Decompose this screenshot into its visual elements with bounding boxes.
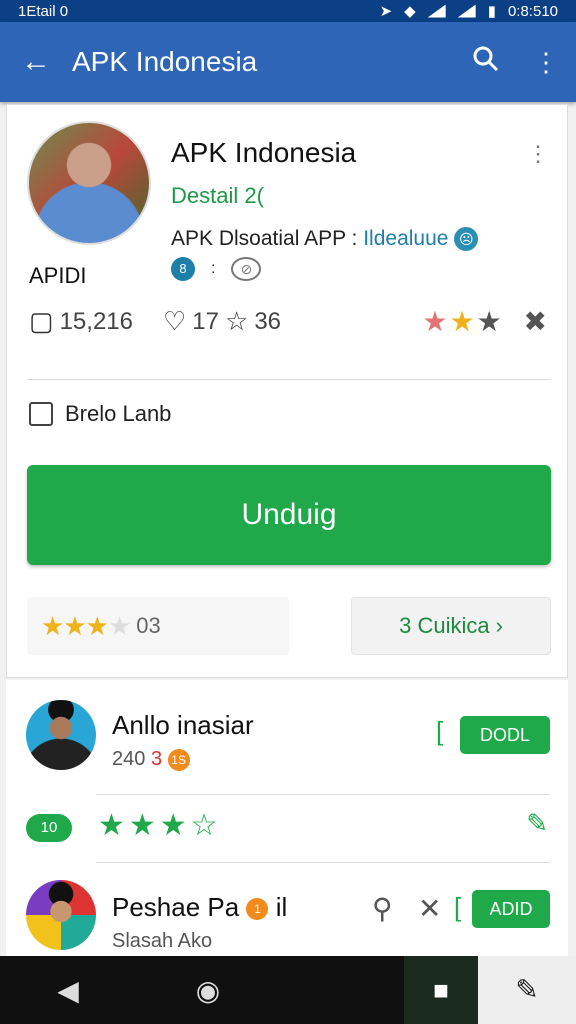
review-action-button[interactable]: DODL xyxy=(460,716,550,754)
nav-home-icon[interactable]: ◉ xyxy=(136,974,280,1007)
app-bar-title: APK Indonesia xyxy=(72,46,258,77)
rating-stars: ★★★ ✖ xyxy=(422,305,549,338)
star-icon-1: ★ xyxy=(422,306,450,337)
reviewer-name: Anllo inasiar xyxy=(112,710,254,740)
signal-icon-2 xyxy=(457,4,476,18)
status-bar: 1Etail 0 ➤ ◆ ▮ 0:8:510 xyxy=(0,0,576,22)
signal-icon xyxy=(427,4,446,18)
search-icon[interactable] xyxy=(456,45,516,80)
app-description-text: APK Dlsoatial APP : xyxy=(171,227,358,250)
more-vert-icon[interactable]: ⋮ xyxy=(516,47,576,78)
badge-icon: 8 xyxy=(171,257,195,281)
download-button[interactable]: Unduig xyxy=(27,465,551,565)
reviewer-avatar xyxy=(26,700,96,770)
reviewer-badge: 1S xyxy=(167,748,190,771)
reviewer-badge: 1 xyxy=(246,898,269,921)
review-action-button[interactable]: ADID xyxy=(472,890,550,928)
status-icons: ➤ ◆ ▮ 0:8:510 xyxy=(379,2,558,21)
star-icon-3: ★ xyxy=(476,306,504,337)
star-count: 36 xyxy=(254,307,282,335)
verified-icon: ☹ xyxy=(454,227,479,252)
rating-summary-stars: ★★★★ xyxy=(41,610,131,641)
review-stars: ★★★☆ xyxy=(98,809,222,842)
app-tag: APIDI xyxy=(29,263,87,288)
rating-summary[interactable]: ★★★★ 03 xyxy=(27,597,289,655)
app-name: APK Indonesia xyxy=(171,137,357,168)
checkbox-row[interactable]: Brelo Lanb xyxy=(29,401,171,427)
reviewer-name-suffix: il xyxy=(275,892,288,922)
app-avatar xyxy=(27,121,151,245)
nav-edit-icon[interactable]: ✎ xyxy=(478,956,576,1024)
pin-icon[interactable]: ✖ xyxy=(524,306,549,337)
nav-back-icon[interactable]: ◀ xyxy=(0,974,136,1007)
divider xyxy=(96,794,550,795)
wifi-icon: ◆ xyxy=(404,3,416,20)
bracket-icon: [ xyxy=(454,892,462,922)
review-list: Anllo inasiar 240 3 1S [ DODL 10 ★★★☆ ✎ … xyxy=(6,680,568,956)
comment-icon: ♡ xyxy=(162,306,187,336)
mini-icons: 8 : ⊘ xyxy=(171,257,262,281)
rating-summary-value: 03 xyxy=(136,613,161,638)
notification-icon: ➤ xyxy=(379,3,393,20)
comment-count: 17 xyxy=(192,307,219,335)
status-time: 0:8:510 xyxy=(507,2,558,20)
reviewer-meta-red: 3 xyxy=(150,748,163,770)
divider xyxy=(27,379,551,380)
divider xyxy=(96,862,550,863)
checkbox[interactable] xyxy=(29,402,53,426)
reviews-link[interactable]: 3 Cuikica › xyxy=(351,597,551,655)
reviews-link-label: 3 Cuikica xyxy=(399,613,490,638)
nav-recent-icon[interactable]: ■ xyxy=(404,956,478,1024)
reviewer-name: Peshae Pa 1 il xyxy=(112,892,287,923)
close-icon[interactable]: ✕ xyxy=(418,892,441,925)
app-subtitle: Destail 2( xyxy=(171,183,264,208)
card-more-icon[interactable]: ⋮ xyxy=(527,141,549,167)
download-count: 15,216 xyxy=(59,307,133,335)
reviewer-meta-prefix: 240 xyxy=(112,748,146,770)
colon-separator: : xyxy=(211,260,216,277)
no-ads-icon: ⊘ xyxy=(231,257,262,281)
app-description: APK Dlsoatial APP : Ildealuue ☹ xyxy=(171,227,479,252)
app-detail-card: APK Indonesia ⋮ Destail 2( APK Dlsoatial… xyxy=(6,104,568,678)
back-arrow-icon[interactable]: ← xyxy=(0,45,72,79)
reviewer-name-text: Peshae Pa xyxy=(112,892,240,922)
edit-pencil-icon[interactable]: ✎ xyxy=(526,808,548,839)
checkbox-label: Brelo Lanb xyxy=(65,401,172,426)
battery-icon: ▮ xyxy=(487,3,496,20)
app-bar: ← APK Indonesia ⋮ xyxy=(0,22,576,102)
stats-row: ▢ 15,216 ♡ 17 ☆ 36 ★★★ ✖ xyxy=(29,305,549,338)
reviewer-meta: 240 3 1S xyxy=(112,748,190,771)
system-nav-bar: ◀ ◉ ■ ✎ xyxy=(0,956,576,1024)
chevron-right-icon: › xyxy=(495,613,503,638)
star-outline-icon: ☆ xyxy=(225,306,249,336)
reviewer-meta: Slasah Ako xyxy=(112,930,213,952)
reviewer-avatar xyxy=(26,880,96,950)
location-pin-icon[interactable]: ⚲ xyxy=(372,892,393,925)
status-left-text: 1Etail 0 xyxy=(18,2,69,20)
download-count-icon: ▢ xyxy=(29,306,54,336)
bracket-icon: [ xyxy=(436,716,444,746)
star-icon-2: ★ xyxy=(449,306,477,337)
app-description-highlight: Ildealuue xyxy=(363,227,449,250)
review-count-pill: 10 xyxy=(26,814,72,842)
